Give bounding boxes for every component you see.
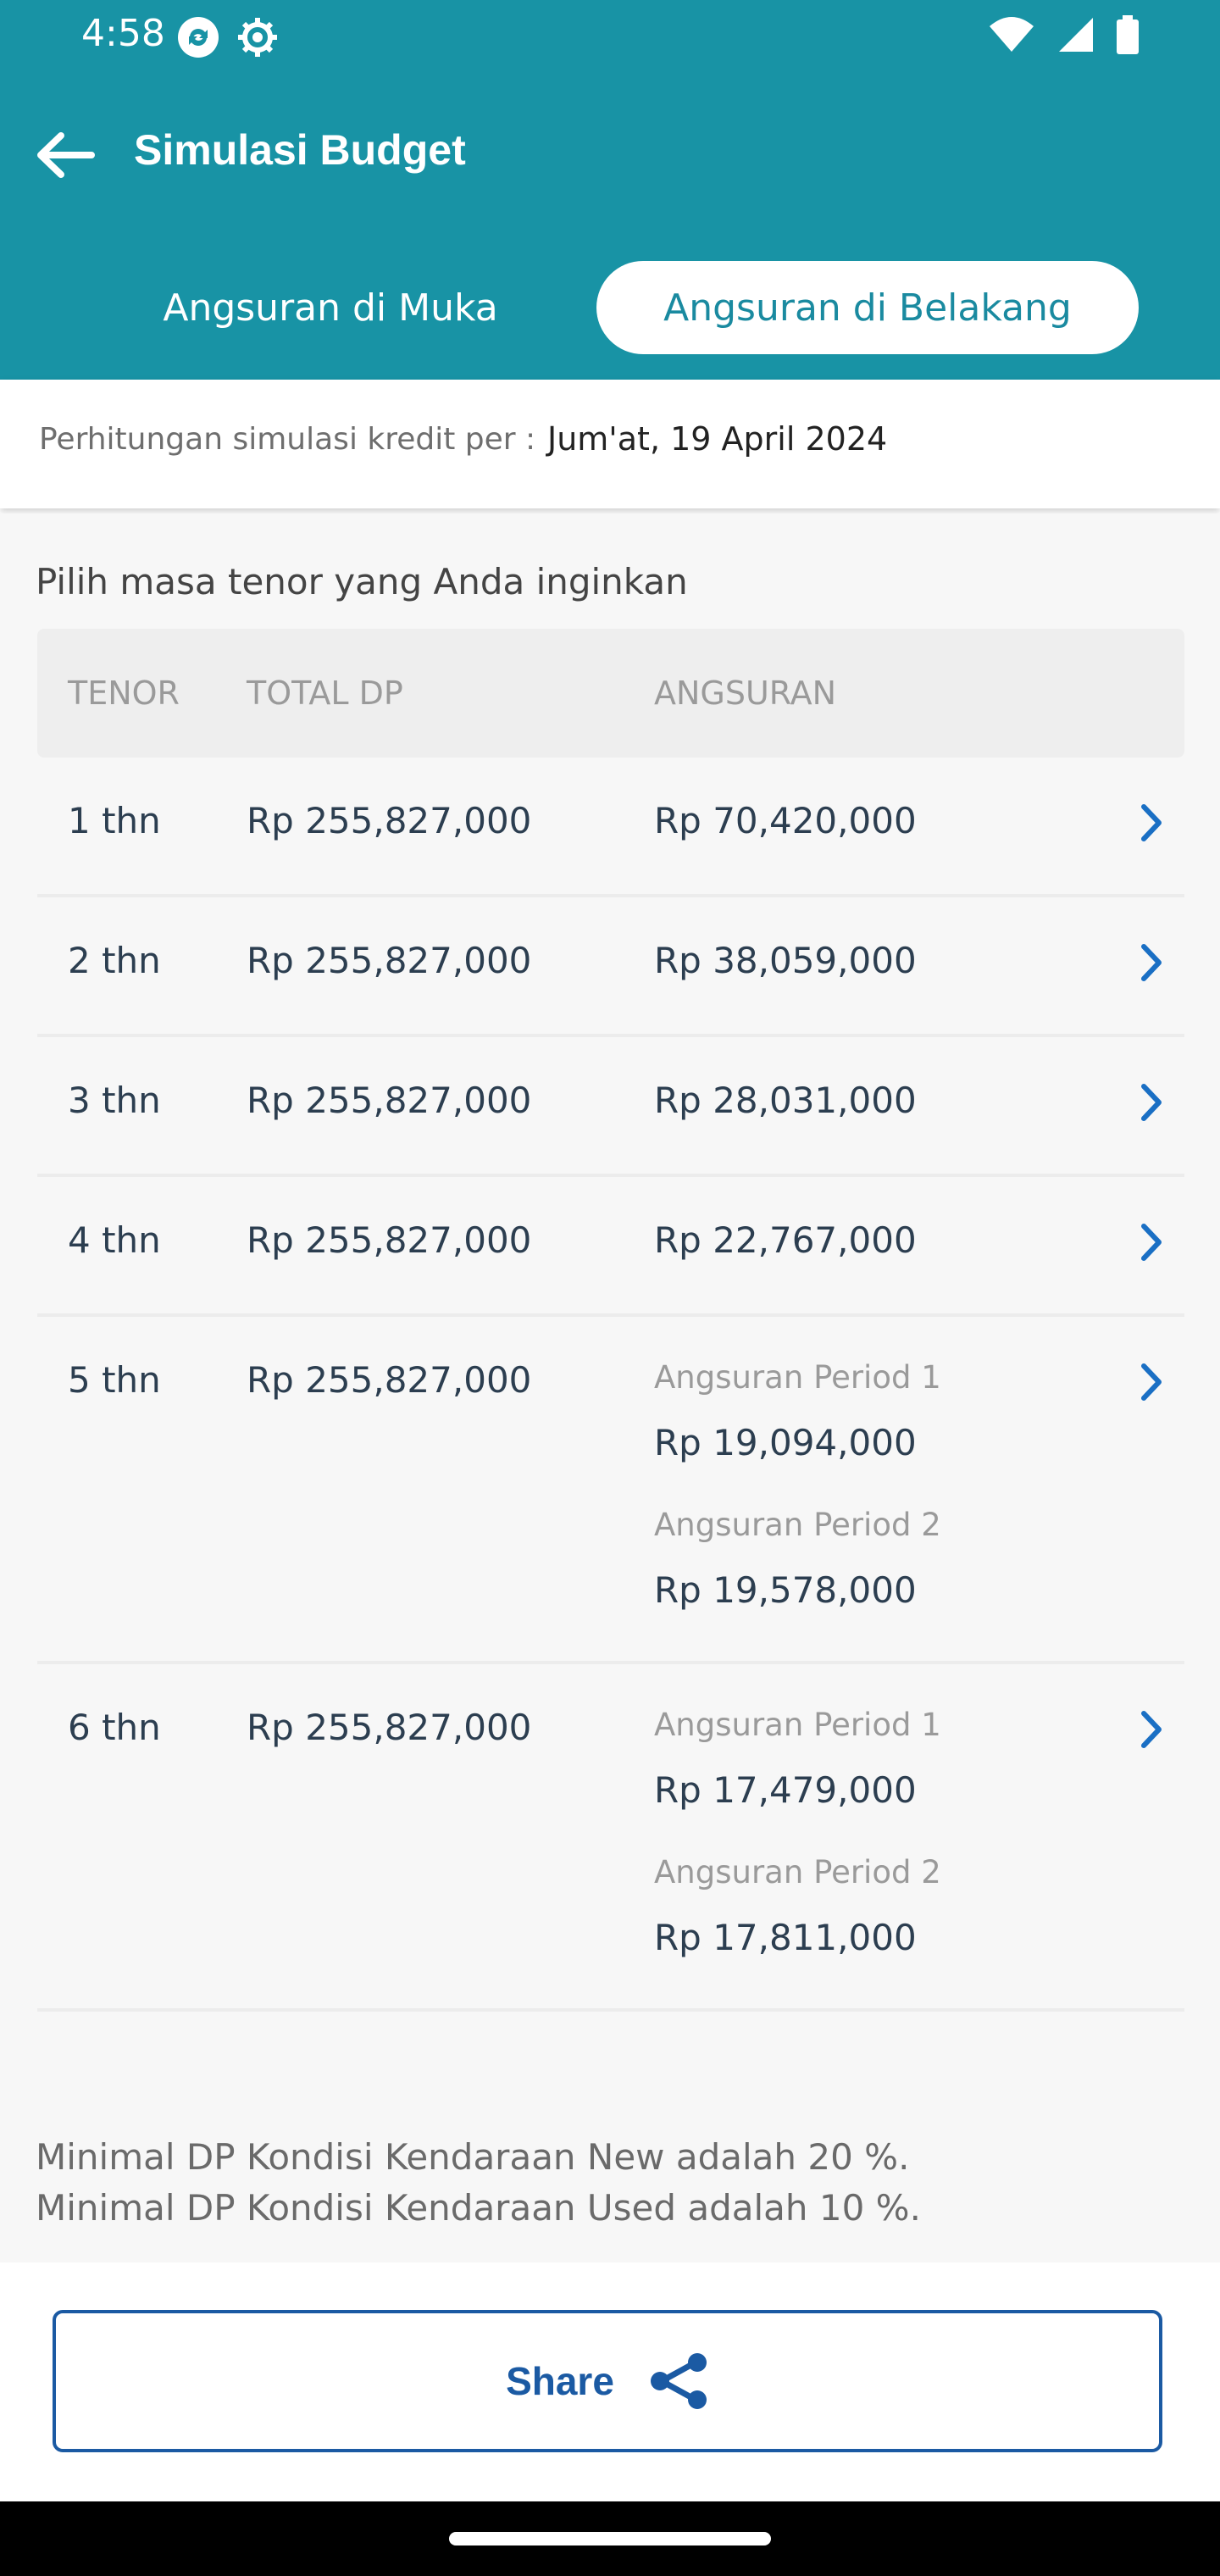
row-tenor: 6 thn (68, 1707, 161, 1748)
period-2-label: Angsuran Period 2 (654, 1854, 941, 1890)
tab-angsuran-di-muka[interactable]: Angsuran di Muka (59, 261, 602, 354)
settings-gear-icon (238, 18, 277, 57)
row-total-dp: Rp 255,827,000 (247, 940, 532, 981)
tenor-section: Pilih masa tenor yang Anda inginkan TENO… (0, 514, 1220, 2262)
row-tenor: 5 thn (68, 1359, 161, 1401)
table-row[interactable]: 1 thn Rp 255,827,000 Rp 70,420,000 (37, 758, 1184, 897)
app-header: 4:58 Simulasi Budget Angsuran di Muka An… (0, 0, 1220, 380)
header-total-dp: TOTAL DP (247, 675, 403, 712)
chevron-right-icon[interactable] (1134, 1361, 1167, 1403)
table-row[interactable]: 5 thn Rp 255,827,000 Angsuran Period 1 R… (37, 1317, 1184, 1664)
share-icon (650, 2353, 707, 2409)
status-bar: 4:58 (0, 0, 1220, 76)
row-tenor: 1 thn (68, 800, 161, 841)
chevron-right-icon[interactable] (1134, 1081, 1167, 1124)
table-row[interactable]: 2 thn Rp 255,827,000 Rp 38,059,000 (37, 897, 1184, 1037)
table-header: TENOR TOTAL DP ANGSURAN (37, 629, 1184, 758)
row-angsuran: Rp 28,031,000 (654, 1080, 917, 1121)
row-tenor: 3 thn (68, 1080, 161, 1121)
battery-icon (1117, 15, 1139, 54)
system-nav-bar (0, 2501, 1220, 2576)
period-2-value: Rp 19,578,000 (654, 1569, 917, 1611)
header-angsuran: ANGSURAN (654, 675, 837, 712)
tab-bar: Angsuran di Muka Angsuran di Belakang (0, 254, 1220, 364)
footer: Share (0, 2262, 1220, 2501)
table-row[interactable]: 3 thn Rp 255,827,000 Rp 28,031,000 (37, 1037, 1184, 1177)
share-button[interactable]: Share (53, 2310, 1162, 2452)
period-1-label: Angsuran Period 1 (654, 1707, 941, 1743)
period-2-label: Angsuran Period 2 (654, 1507, 941, 1543)
simulation-date-label: Perhitungan simulasi kredit per : (39, 422, 536, 457)
note-used-vehicle: Minimal DP Kondisi Kendaraan Used adalah… (36, 2187, 921, 2229)
back-button[interactable] (30, 125, 107, 185)
home-indicator[interactable] (449, 2532, 771, 2545)
row-angsuran: Rp 38,059,000 (654, 940, 917, 981)
row-total-dp: Rp 255,827,000 (247, 1359, 532, 1401)
tenor-table: TENOR TOTAL DP ANGSURAN 1 thn Rp 255,827… (37, 629, 1184, 2012)
chevron-right-icon[interactable] (1134, 941, 1167, 984)
arrow-back-icon (37, 132, 95, 178)
tab-angsuran-di-belakang[interactable]: Angsuran di Belakang (596, 261, 1139, 354)
row-angsuran: Rp 22,767,000 (654, 1219, 917, 1261)
row-tenor: 2 thn (68, 940, 161, 981)
section-title: Pilih masa tenor yang Anda inginkan (36, 561, 688, 602)
page-title: Simulasi Budget (134, 126, 466, 174)
chevron-right-icon[interactable] (1134, 1221, 1167, 1263)
wifi-icon (990, 17, 1034, 52)
chevron-right-icon[interactable] (1134, 1708, 1167, 1751)
row-total-dp: Rp 255,827,000 (247, 1080, 532, 1121)
row-angsuran: Rp 70,420,000 (654, 800, 917, 841)
signal-icon (1059, 18, 1093, 52)
row-total-dp: Rp 255,827,000 (247, 800, 532, 841)
sync-icon (178, 17, 219, 58)
simulation-date-row: Perhitungan simulasi kredit per : Jum'at… (0, 380, 1220, 508)
header-tenor: TENOR (68, 675, 180, 712)
row-total-dp: Rp 255,827,000 (247, 1219, 532, 1261)
chevron-right-icon[interactable] (1134, 802, 1167, 844)
simulation-date-value: Jum'at, 19 April 2024 (547, 420, 888, 458)
period-1-value: Rp 17,479,000 (654, 1769, 917, 1811)
period-2-value: Rp 17,811,000 (654, 1917, 917, 1958)
table-row[interactable]: 6 thn Rp 255,827,000 Angsuran Period 1 R… (37, 1664, 1184, 2012)
period-1-value: Rp 19,094,000 (654, 1422, 917, 1463)
note-new-vehicle: Minimal DP Kondisi Kendaraan New adalah … (36, 2136, 910, 2178)
period-1-label: Angsuran Period 1 (654, 1359, 941, 1396)
dp-notes: Minimal DP Kondisi Kendaraan New adalah … (36, 2132, 921, 2234)
share-button-label: Share (506, 2359, 614, 2403)
toolbar: Simulasi Budget (0, 102, 1220, 203)
row-total-dp: Rp 255,827,000 (247, 1707, 532, 1748)
table-row[interactable]: 4 thn Rp 255,827,000 Rp 22,767,000 (37, 1177, 1184, 1317)
row-tenor: 4 thn (68, 1219, 161, 1261)
status-time: 4:58 (81, 12, 165, 55)
